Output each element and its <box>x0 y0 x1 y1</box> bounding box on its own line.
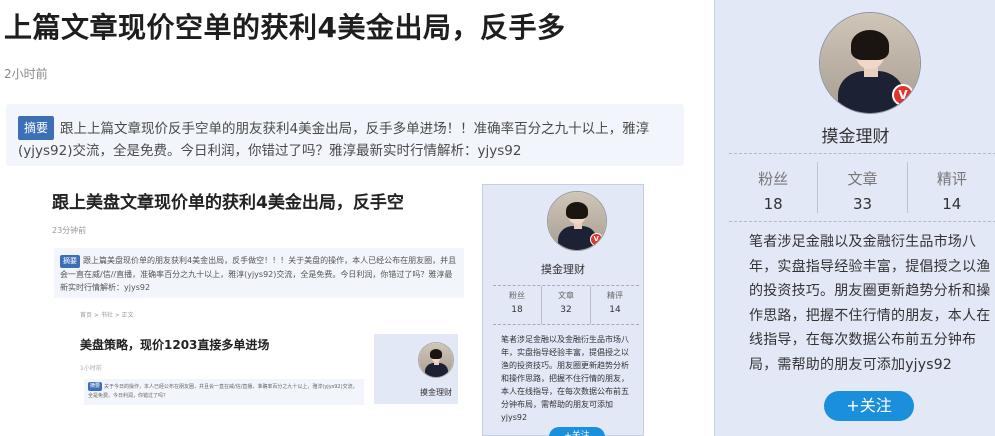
stat-comments: 精评 14 <box>908 162 995 213</box>
embedded-author-name: 摸金理财 <box>541 263 585 276</box>
stat-articles: 文章 33 <box>818 162 908 213</box>
article-title: 上篇文章现价空单的获利4美金出局，反手多 <box>4 11 566 44</box>
embedded-sub-time: 1小时前 <box>80 365 102 372</box>
embedded-summary-badge: 摘要 <box>60 255 80 268</box>
embedded-screenshot: 跟上美盘文章现价单的获利4美金出局，反手空 23分钟前 摘要 跟上篇美盘现价单的朋… <box>36 178 676 436</box>
embedded-sub-summary: 摘要 关于今日的操作，本人已经公布在朋友圈，并且会一直在威/信/直播，准确率百分之… <box>84 379 364 405</box>
author-avatar[interactable]: V <box>819 12 921 114</box>
article-time: 2小时前 <box>4 67 48 81</box>
embedded-follow-button: +关注 <box>549 427 605 436</box>
author-bio: 笔者涉足金融以及金融衍生品市场八年，实盘指导经验丰富，提倡授之以渔的投资技巧。朋… <box>749 234 991 373</box>
stat-fans-value: 18 <box>763 195 783 213</box>
embedded-sub-summary-text: 关于今日的操作，本人已经公布在朋友圈，并且会一直在威/信/直播，准确率百分之九十… <box>88 384 358 399</box>
embedded-mini-author-name: 摸金理财 <box>420 388 452 397</box>
embedded-avatar: V <box>547 191 607 251</box>
embedded-author-stats: 粉丝 18 文章 32 精评 14 <box>493 285 639 325</box>
stat-fans: 粉丝 18 <box>729 162 819 213</box>
embedded-author-sidebar: V 摸金理财 粉丝 18 文章 32 精评 14 笔者涉足金融以及金融衍生品市场八年，… <box>482 184 644 436</box>
embedded-summary-text: 跟上篇美盘现价单的朋友获利4美金出局，反手做空！！！关于美盘的操作，本人已经公布… <box>60 256 457 292</box>
stat-fans-label: 粉丝 <box>758 170 789 188</box>
stat-comments-label: 精评 <box>936 170 967 188</box>
verified-badge-icon: V <box>892 84 914 106</box>
stat-comments-value: 14 <box>942 195 962 213</box>
follow-button[interactable]: +关注 <box>824 391 914 421</box>
embedded-author-bio: 笔者涉足金融以及金融衍生品市场八年，实盘指导经验丰富，提倡授之以渔的投资技巧。朋… <box>501 335 629 422</box>
embedded-stat-articles: 文章 32 <box>542 286 591 324</box>
author-stats: 粉丝 18 文章 33 精评 14 <box>729 153 995 222</box>
summary-badge: 摘要 <box>18 116 55 140</box>
embedded-title: 跟上美盘文章现价单的获利4美金出局，反手空 <box>52 193 404 213</box>
summary-text: 跟上上篇文章现价反手空单的朋友获利4美金出局，反手多单进场！！准确率百分之九十以… <box>18 121 650 159</box>
article-summary: 摘要 跟上上篇文章现价反手空单的朋友获利4美金出局，反手多单进场！！准确率百分之九… <box>6 104 684 166</box>
embedded-time: 23分钟前 <box>52 226 87 235</box>
embedded-breadcrumb: 首页 > 书社 > 正文 <box>80 312 134 319</box>
article: 上篇文章现价空单的获利4美金出局，反手多 2小时前 摘要 跟上上篇文章现价反手空单… <box>0 0 700 436</box>
stat-articles-label: 文章 <box>847 170 878 188</box>
page: 上篇文章现价空单的获利4美金出局，反手多 2小时前 摘要 跟上上篇文章现价反手空单… <box>0 0 995 436</box>
embedded-mini-avatar <box>418 342 454 378</box>
verified-badge-icon: V <box>589 233 603 246</box>
embedded-stat-fans: 粉丝 18 <box>493 286 542 324</box>
embedded-sub-title: 美盘策略，现价1203直接多单进场 <box>80 338 270 352</box>
stat-articles-value: 33 <box>852 195 873 213</box>
author-sidebar: V 摸金理财 粉丝 18 文章 33 精评 14 笔者涉足金融以及金融衍生品市场… <box>714 0 995 436</box>
embedded-mini-author-card: 摸金理财 <box>374 334 458 404</box>
embedded-sub-summary-badge: 摘要 <box>88 382 103 391</box>
embedded-summary: 摘要 跟上篇美盘现价单的朋友获利4美金出局，反手做空！！！关于美盘的操作，本人已经… <box>54 248 464 298</box>
author-name[interactable]: 摸金理财 <box>715 122 995 147</box>
embedded-stat-comments: 精评 14 <box>607 291 623 315</box>
